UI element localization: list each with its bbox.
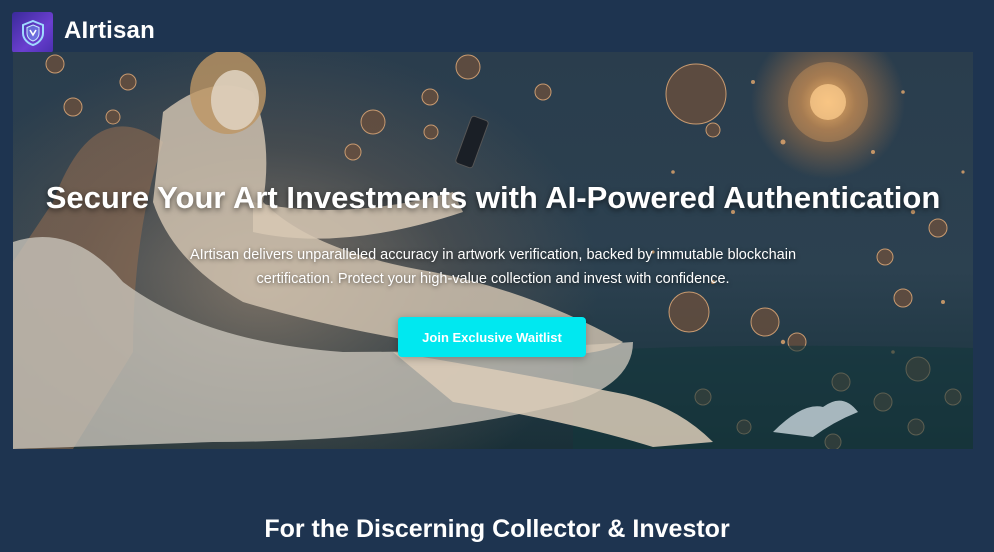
hero-headline: Secure Your Art Investments with AI-Powe…: [45, 180, 941, 215]
shield-icon: [21, 19, 44, 46]
site-header: AIrtisan: [0, 0, 994, 53]
hero-section: Secure Your Art Investments with AI-Powe…: [13, 52, 973, 449]
logo[interactable]: [12, 12, 53, 53]
hero-subtext: AIrtisan delivers unparalleled accuracy …: [189, 247, 797, 287]
section-title: For the Discerning Collector & Investor: [264, 515, 730, 543]
brand-name[interactable]: AIrtisan: [64, 17, 155, 45]
join-waitlist-button[interactable]: Join Exclusive Waitlist: [398, 317, 586, 357]
